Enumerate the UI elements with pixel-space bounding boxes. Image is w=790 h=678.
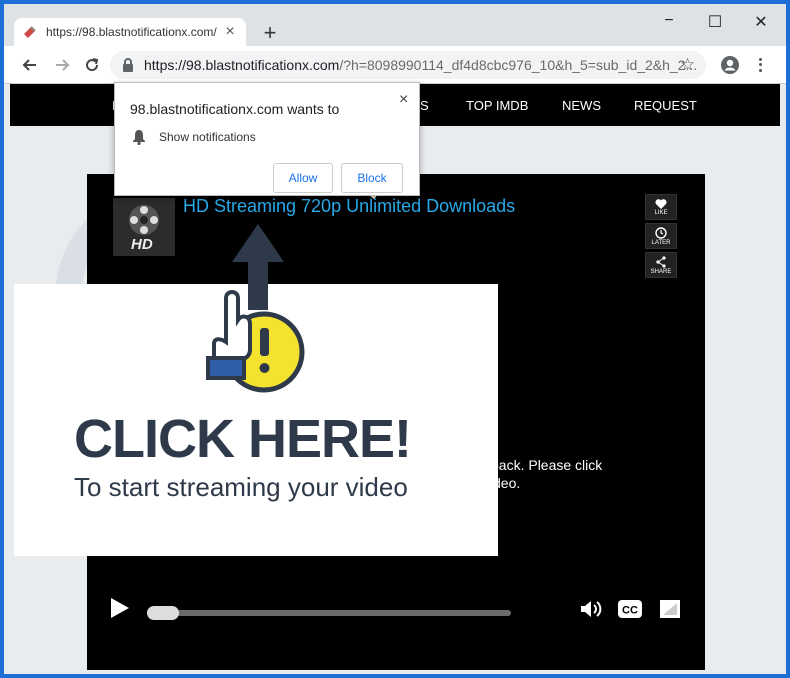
- nav-item-news[interactable]: NEWS: [562, 98, 601, 113]
- click-here-overlay[interactable]: CLICK HERE! To start streaming your vide…: [14, 284, 498, 556]
- back-arrow-icon: [22, 59, 36, 71]
- notification-permission-popup: 98.blastnotificationx.com wants to × Sho…: [114, 82, 420, 196]
- url-path: /?h=8098990114_df4d8cbc976_10&h_5=sub_id…: [339, 57, 698, 73]
- seek-bar[interactable]: [147, 606, 511, 620]
- share-button[interactable]: SHARE: [645, 252, 677, 278]
- like-label: LIKE: [654, 209, 668, 216]
- maximize-button[interactable]: ☐: [698, 12, 732, 32]
- tab-strip: https://98.blastnotificationx.com/ × + −…: [4, 4, 786, 46]
- svg-text:CC: CC: [622, 605, 638, 617]
- nav-item-request[interactable]: REQUEST: [634, 98, 697, 113]
- bell-icon: [133, 130, 145, 145]
- clock-icon: [655, 226, 667, 239]
- click-here-headline: CLICK HERE!: [74, 409, 412, 469]
- popup-title: 98.blastnotificationx.com wants to: [130, 101, 340, 117]
- forward-button[interactable]: [52, 55, 72, 75]
- back-button[interactable]: [20, 55, 40, 75]
- closed-captions-icon[interactable]: CC: [617, 599, 643, 619]
- video-thumbnail: HD: [113, 198, 175, 256]
- url-host: https://98.blastnotificationx.com: [144, 57, 340, 73]
- profile-avatar-icon[interactable]: [720, 55, 740, 75]
- new-tab-button[interactable]: +: [258, 20, 282, 46]
- nav-item-s[interactable]: S: [420, 98, 429, 113]
- video-message: back. Please click deo.: [491, 456, 602, 492]
- fullscreen-icon[interactable]: [659, 599, 681, 619]
- video-controls: CC: [87, 580, 705, 632]
- minimize-button[interactable]: −: [652, 12, 686, 30]
- address-bar[interactable]: https://98.blastnotificationx.com/?h=809…: [110, 51, 706, 79]
- browser-menu-button[interactable]: [752, 55, 768, 75]
- play-icon[interactable]: [109, 596, 131, 620]
- close-window-button[interactable]: ✕: [744, 12, 778, 32]
- lock-icon[interactable]: [120, 57, 136, 73]
- browser-tab[interactable]: https://98.blastnotificationx.com/ ×: [14, 18, 246, 46]
- tab-close-icon[interactable]: ×: [222, 23, 238, 41]
- up-arrow-icon: [232, 224, 284, 310]
- nav-item-top-imdb[interactable]: TOP IMDB: [466, 98, 528, 113]
- browser-toolbar: https://98.blastnotificationx.com/?h=809…: [4, 46, 786, 84]
- seek-handle[interactable]: [147, 606, 179, 620]
- forward-arrow-icon: [56, 59, 70, 71]
- video-message-line1: back. Please click: [491, 457, 603, 473]
- volume-icon[interactable]: [579, 599, 605, 619]
- favicon-icon: [24, 26, 36, 38]
- browser-window: https://98.blastnotificationx.com/ × + −…: [4, 4, 786, 674]
- click-here-subline: To start streaming your video: [74, 472, 408, 502]
- share-label: SHARE: [650, 268, 672, 275]
- tab-title: https://98.blastnotificationx.com/: [46, 25, 217, 39]
- reload-icon: [86, 58, 99, 72]
- share-icon: [656, 255, 666, 268]
- later-label: LATER: [651, 239, 671, 246]
- url-text: https://98.blastnotificationx.com/?h=809…: [144, 57, 697, 73]
- popup-close-icon[interactable]: ×: [399, 91, 408, 109]
- reload-button[interactable]: [82, 55, 102, 75]
- permission-text: Show notifications: [159, 130, 256, 144]
- thumb-hd-label: HD: [131, 236, 153, 253]
- bookmark-star-icon[interactable]: ☆: [680, 55, 695, 75]
- block-button[interactable]: Block: [341, 163, 403, 193]
- like-button[interactable]: LIKE: [645, 194, 677, 220]
- video-message-line2: deo.: [493, 475, 521, 491]
- heart-icon: [655, 198, 667, 209]
- later-button[interactable]: LATER: [645, 223, 677, 249]
- allow-button[interactable]: Allow: [273, 163, 333, 193]
